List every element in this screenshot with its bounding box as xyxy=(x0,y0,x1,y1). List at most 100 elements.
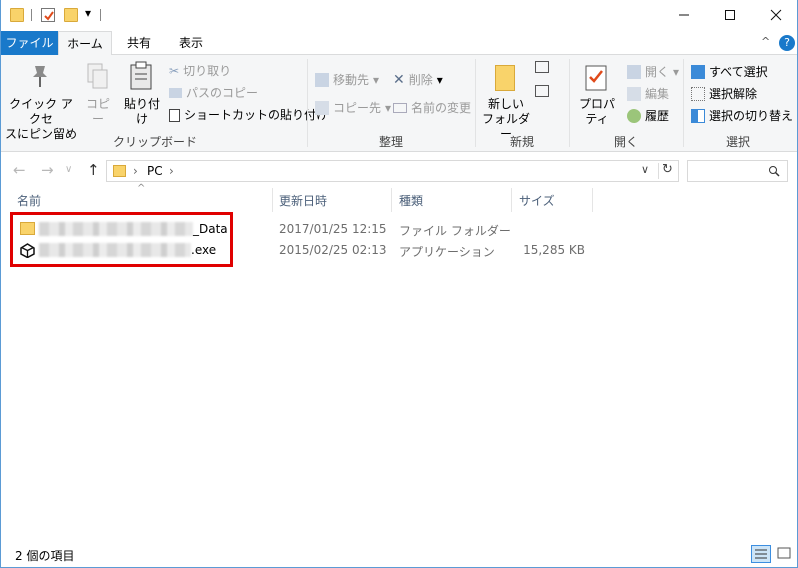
new-item-icon[interactable] xyxy=(535,61,549,73)
details-view-icon xyxy=(755,549,767,559)
edit-button[interactable]: 編集 xyxy=(627,85,669,103)
column-header-size[interactable]: サイズ xyxy=(519,190,555,214)
maximize-icon xyxy=(725,10,735,20)
cut-label: 切り取り xyxy=(183,64,232,78)
paste-shortcut-button[interactable]: ショートカットの貼り付け xyxy=(169,106,328,124)
scissors-icon: ✂ xyxy=(169,64,180,78)
help-icon[interactable]: ? xyxy=(779,35,795,51)
delete-button[interactable]: ✕ 削除 ▾ xyxy=(393,71,443,89)
breadcrumb-pc[interactable]: PC xyxy=(147,164,163,178)
close-button[interactable] xyxy=(753,0,797,30)
navigation-bar: ← → ∨ ↑ › PC › ∨ ↻ xyxy=(1,153,797,187)
ribbon: クイック アクセ スにピン留め コピー 貼り付け ✂ 切り取り パスのコピー シ… xyxy=(1,55,797,152)
move-icon xyxy=(315,73,329,87)
copy-to-button[interactable]: コピー先 ▾ xyxy=(315,99,391,117)
large-icons-view-button[interactable] xyxy=(775,545,795,563)
rename-icon xyxy=(393,103,407,113)
pin-quick-access-label: クイック アクセ xyxy=(9,97,73,126)
group-separator xyxy=(683,59,684,147)
breadcrumb-separator[interactable]: › xyxy=(133,164,138,178)
qat-separator xyxy=(100,9,101,21)
new-group-label: 新規 xyxy=(509,135,534,149)
invert-selection-button[interactable]: 選択の切り替え xyxy=(691,107,793,125)
edit-icon xyxy=(627,87,641,101)
tab-file[interactable]: ファイル xyxy=(1,31,58,55)
history-button[interactable]: 履歴 xyxy=(627,107,669,125)
details-view-button[interactable] xyxy=(751,545,771,563)
file-size: 15,285 KB xyxy=(523,243,585,257)
close-icon xyxy=(770,9,782,21)
ribbon-tabs: ファイル ホーム 共有 表示 ^ ? xyxy=(1,31,797,56)
rename-button[interactable]: 名前の変更 xyxy=(393,99,471,117)
select-all-icon xyxy=(691,65,705,79)
highlight-box xyxy=(10,212,233,267)
large-icons-view-icon xyxy=(777,547,791,559)
select-all-label: すべて選択 xyxy=(709,65,768,79)
maximize-button[interactable] xyxy=(707,0,753,30)
organize-group-label: 整理 xyxy=(378,135,403,149)
edit-label: 編集 xyxy=(645,87,670,101)
status-bar: 2 個の項目 xyxy=(1,540,797,567)
tab-view[interactable]: 表示 xyxy=(171,31,211,55)
file-date: 2017/01/25 12:15 xyxy=(279,222,387,236)
back-button[interactable]: ← xyxy=(13,161,26,179)
file-type: ファイル フォルダー xyxy=(399,224,511,238)
paste-button[interactable]: 貼り付け xyxy=(119,97,165,127)
invert-selection-label: 選択の切り替え xyxy=(709,109,794,123)
up-button[interactable]: ↑ xyxy=(87,161,100,179)
qat-customize-button[interactable]: ▾ xyxy=(85,6,91,20)
group-separator xyxy=(307,59,308,147)
column-separator[interactable] xyxy=(391,188,392,212)
paste-shortcut-icon xyxy=(169,108,180,122)
history-label: 履歴 xyxy=(645,109,670,123)
new-folder-qat-button[interactable] xyxy=(64,8,78,22)
move-to-button[interactable]: 移動先 ▾ xyxy=(315,71,379,89)
column-separator[interactable] xyxy=(592,188,593,212)
copy-path-button[interactable]: パスのコピー xyxy=(169,84,258,102)
select-none-label: 選択解除 xyxy=(709,87,758,101)
column-header-type[interactable]: 種類 xyxy=(399,190,423,214)
column-separator[interactable] xyxy=(511,188,512,212)
minimize-icon xyxy=(679,14,689,16)
search-input[interactable] xyxy=(687,160,788,182)
minimize-button[interactable] xyxy=(661,0,707,30)
column-header-date[interactable]: 更新日時 xyxy=(279,190,327,214)
rename-label: 名前の変更 xyxy=(411,101,472,115)
copy-button[interactable]: コピー xyxy=(81,97,115,127)
move-to-label: 移動先 xyxy=(333,73,370,87)
delete-label: 削除 xyxy=(408,73,433,87)
paste-icon xyxy=(130,61,154,94)
refresh-icon[interactable]: ↻ xyxy=(662,162,673,177)
tab-share[interactable]: 共有 xyxy=(119,31,159,55)
easy-access-icon[interactable] xyxy=(535,85,549,97)
properties-icon xyxy=(585,65,607,94)
open-icon xyxy=(627,65,641,79)
recent-locations-button[interactable]: ∨ xyxy=(65,164,72,175)
cut-button[interactable]: ✂ 切り取り xyxy=(169,62,231,80)
copy-to-icon xyxy=(315,101,329,115)
checkmark-icon xyxy=(44,11,54,21)
history-icon xyxy=(627,109,641,123)
search-icon xyxy=(769,166,780,177)
breadcrumb-separator[interactable]: › xyxy=(169,164,174,178)
select-all-button[interactable]: すべて選択 xyxy=(691,63,768,81)
sort-indicator-icon: ^ xyxy=(137,183,146,194)
properties-button[interactable]: プロパティ xyxy=(573,97,621,127)
column-separator[interactable] xyxy=(272,188,273,212)
address-dropdown-button[interactable]: ∨ xyxy=(641,163,649,176)
tab-home[interactable]: ホーム xyxy=(58,31,112,56)
properties-qat-button[interactable] xyxy=(41,8,55,22)
open-button[interactable]: 開く ▾ xyxy=(627,63,679,81)
group-separator xyxy=(569,59,570,147)
copy-path-label: パスのコピー xyxy=(186,86,259,100)
invert-selection-icon xyxy=(691,109,705,123)
file-type: アプリケーション xyxy=(399,245,495,259)
address-bar[interactable]: › PC › ∨ ↻ xyxy=(106,160,679,182)
folder-icon xyxy=(10,8,24,22)
pin-icon xyxy=(29,63,51,92)
select-none-button[interactable]: 選択解除 xyxy=(691,85,757,103)
new-folder-icon xyxy=(495,65,515,91)
column-header-name[interactable]: 名前 xyxy=(17,190,41,214)
collapse-ribbon-button[interactable]: ^ xyxy=(761,35,770,48)
forward-button[interactable]: → xyxy=(41,161,54,179)
